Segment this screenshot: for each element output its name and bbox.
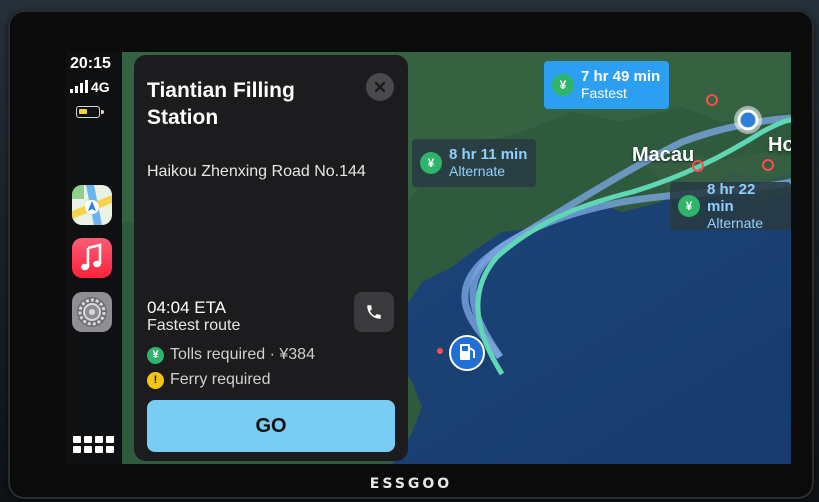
carplay-sidebar: 20:15 4G <box>66 52 122 464</box>
eta-text: 04:04 ETA <box>147 298 227 317</box>
destination-title: Tiantian Filling Station <box>147 79 295 129</box>
route-type-text: Fastest route <box>147 317 241 334</box>
music-app-icon[interactable] <box>72 238 112 278</box>
phone-icon <box>367 305 381 319</box>
origin-dot <box>437 348 443 354</box>
go-button[interactable]: GO <box>147 400 395 452</box>
call-button[interactable] <box>354 292 394 332</box>
route-bubble-alternate-1[interactable]: ¥ 8 hr 11 min Alternate <box>412 139 537 187</box>
route-time: 8 hr 11 min <box>449 146 528 163</box>
close-button[interactable] <box>366 73 394 101</box>
yuan-toll-icon: ¥ <box>147 346 164 364</box>
battery-level-fill <box>79 109 87 114</box>
settings-app-icon[interactable] <box>72 292 112 332</box>
route-time: 8 hr 22 min <box>707 180 756 215</box>
battery-icon <box>76 106 104 118</box>
app-grid-button[interactable] <box>73 436 114 453</box>
destination-address: Haikou Zhenxing Road No.144 <box>147 163 366 180</box>
route-bubble-fastest[interactable]: ¥ 7 hr 49 min Fastest <box>544 61 670 109</box>
route-label: Fastest <box>581 85 627 101</box>
city-label-ho: Ho <box>768 134 791 156</box>
brand-logo: ESSGOO <box>369 476 453 492</box>
route-label: Alternate <box>707 214 764 231</box>
yuan-coin-icon: ¥ <box>552 74 574 96</box>
route-time: 7 hr 49 min <box>581 68 661 85</box>
destination-marker-inner <box>737 109 759 131</box>
yuan-coin-icon: ¥ <box>420 152 442 174</box>
destination-card: Tiantian Filling Station Haikou Zhenxing… <box>134 55 408 461</box>
maps-app-icon[interactable] <box>72 185 112 225</box>
tolls-row: ¥ Tolls required · ¥384 <box>147 346 315 364</box>
ferry-row: ! Ferry required <box>147 371 270 389</box>
warning-icon: ! <box>147 371 164 389</box>
network-type: 4G <box>91 79 110 95</box>
signal-strength-icon <box>70 80 88 93</box>
head-unit-frame: Macau Ho ¥ 7 hr 49 min Fastest ¥ 8 hr 11… <box>8 10 814 499</box>
route-bubble-alternate-2[interactable]: ¥ 8 hr 22 min Alternate <box>670 180 791 231</box>
carplay-screen: Macau Ho ¥ 7 hr 49 min Fastest ¥ 8 hr 11… <box>66 52 791 464</box>
route-label: Alternate <box>449 163 506 179</box>
status-time: 20:15 <box>70 55 111 72</box>
ferry-text: Ferry required <box>170 371 271 388</box>
yuan-coin-icon: ¥ <box>678 195 700 217</box>
city-label-macau: Macau <box>632 144 695 166</box>
close-icon <box>374 81 386 93</box>
tolls-text: Tolls required · ¥384 <box>170 346 315 363</box>
